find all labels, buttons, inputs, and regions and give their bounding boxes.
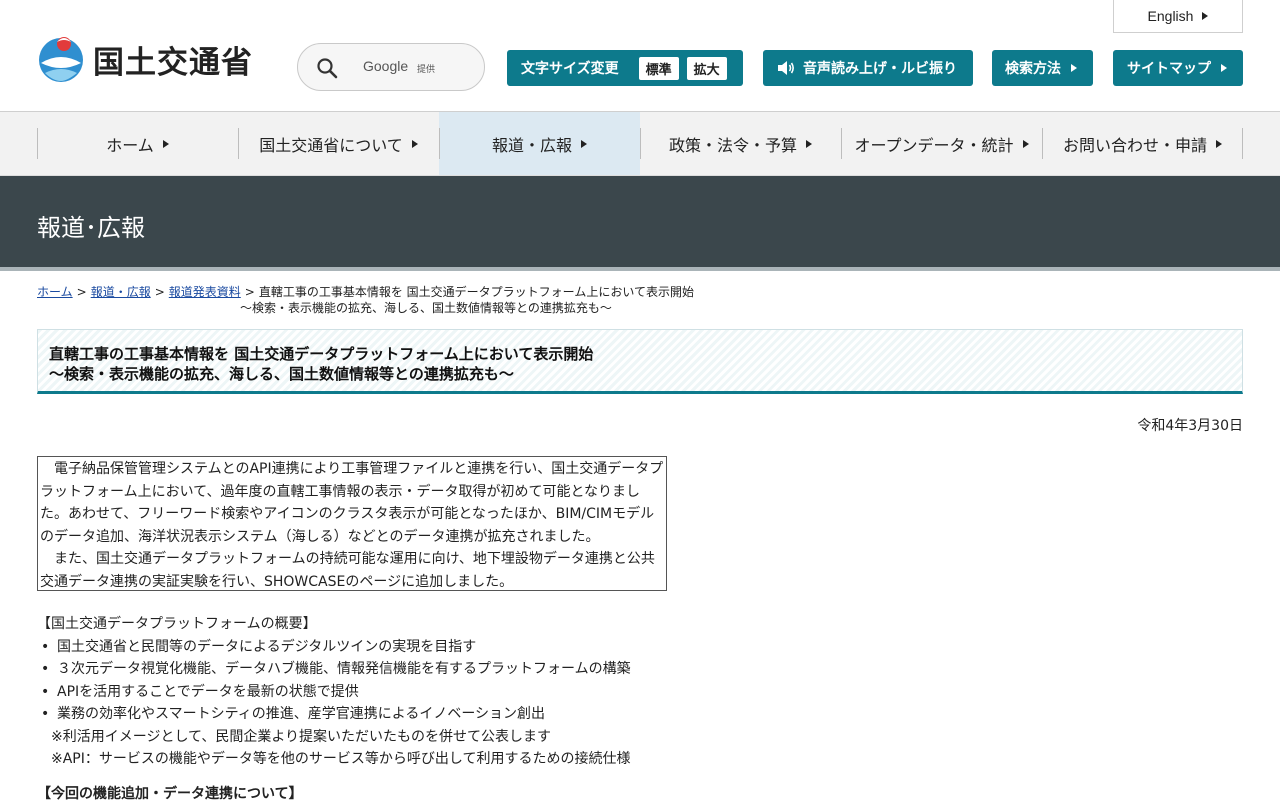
google-provided-label: 提供 xyxy=(417,62,435,75)
search-method-label: 検索方法 xyxy=(1005,58,1061,78)
arrow-right-icon xyxy=(1202,12,1208,20)
section-banner: 報道･広報 xyxy=(0,176,1280,271)
breadcrumb-separator: > xyxy=(155,285,165,299)
overview-note: ※利活用イメージとして、民間企業より提案いただいたものを併せて公表します xyxy=(37,726,937,749)
sitemap-button[interactable]: サイトマップ xyxy=(1113,50,1243,86)
breadcrumb-current-subtitle: ～検索・表示機能の拡充、海しる、国土数値情報等との連携拡充も～ xyxy=(37,300,737,316)
arrow-right-icon xyxy=(1221,64,1227,72)
lead-paragraph: 電子納品保管管理システムとのAPI連携により工事管理ファイルと連携を行い、国土交… xyxy=(40,458,664,548)
nav-item-contact[interactable]: お問い合わせ・申請 xyxy=(1042,112,1243,175)
nav-item-label: お問い合わせ・申請 xyxy=(1063,132,1207,156)
global-nav: ホーム 国土交通省について 報道・広報 政策・法令・予算 オープンデータ・統計 … xyxy=(0,112,1280,176)
nav-item-press[interactable]: 報道・広報 xyxy=(439,112,640,175)
arrow-right-icon xyxy=(806,140,812,148)
lead-paragraph: また、国土交通データプラットフォームの持続可能な運用に向け、地下埋設物データ連携… xyxy=(40,548,664,593)
breadcrumb-separator: > xyxy=(245,285,255,299)
publish-date: 令和4年3月30日 xyxy=(1137,415,1243,435)
nav-item-about[interactable]: 国土交通省について xyxy=(238,112,439,175)
article-title-box: 直轄工事の工事基本情報を 国土交通データプラットフォーム上において表示開始 ～検… xyxy=(37,329,1243,394)
nav-item-label: ホーム xyxy=(106,132,154,156)
article-title-line2: ～検索・表示機能の拡充、海しる、国土数値情報等との連携拡充も～ xyxy=(49,365,514,383)
site-header: 国土交通省 Google 提供 English 文字サイズ変更 標準 拡大 音声… xyxy=(0,0,1280,112)
font-size-standard-button[interactable]: 標準 xyxy=(639,57,679,80)
overview-list: 国土交通省と民間等のデータによるデジタルツインの実現を目指す ３次元データ視覚化… xyxy=(37,636,937,726)
nav-item-label: オープンデータ・統計 xyxy=(854,132,1013,156)
section-title: 報道･広報 xyxy=(37,208,145,243)
google-provider-label: Google xyxy=(363,58,408,74)
overview-section: 【国土交通データプラットフォームの概要】 国土交通省と民間等のデータによるデジタ… xyxy=(37,613,937,805)
breadcrumb-current: 直轄工事の工事基本情報を 国土交通データプラットフォーム上において表示開始 xyxy=(259,285,694,299)
nav-item-opendata[interactable]: オープンデータ・統計 xyxy=(841,112,1042,175)
section-heading: 【今回の機能追加・データ連携について】 xyxy=(37,783,937,805)
english-link[interactable]: English xyxy=(1113,0,1243,33)
list-item: ３次元データ視覚化機能、データハブ機能、情報発信機能を有するプラットフォームの構… xyxy=(57,658,937,681)
nav-item-label: 国土交通省について xyxy=(259,132,403,156)
breadcrumb-press[interactable]: 報道・広報 xyxy=(91,285,151,299)
font-size-control: 文字サイズ変更 標準 拡大 xyxy=(507,50,743,86)
arrow-right-icon xyxy=(581,140,587,148)
voice-reading-label: 音声読み上げ・ルビ振り xyxy=(803,58,957,78)
lead-summary-box: 電子納品保管管理システムとのAPI連携により工事管理ファイルと連携を行い、国土交… xyxy=(37,456,667,591)
sitemap-label: サイトマップ xyxy=(1127,58,1211,78)
font-size-label: 文字サイズ変更 xyxy=(521,58,619,78)
voice-reading-button[interactable]: 音声読み上げ・ルビ振り xyxy=(763,50,973,86)
overview-note: ※API：サービスの機能やデータ等を他のサービス等から呼び出して利用するための接… xyxy=(37,748,937,771)
article-title: 直轄工事の工事基本情報を 国土交通データプラットフォーム上において表示開始 ～検… xyxy=(49,344,593,384)
search-method-button[interactable]: 検索方法 xyxy=(992,50,1093,86)
speaker-icon xyxy=(777,60,795,76)
overview-heading: 【国土交通データプラットフォームの概要】 xyxy=(37,613,937,636)
breadcrumb: ホーム > 報道・広報 > 報道発表資料 > 直轄工事の工事基本情報を 国土交通データプラッ… xyxy=(37,284,737,316)
arrow-right-icon xyxy=(1071,64,1077,72)
breadcrumb-separator: > xyxy=(77,285,87,299)
mlit-logo-icon xyxy=(37,33,85,85)
nav-item-home[interactable]: ホーム xyxy=(37,112,238,175)
list-item: APIを活用することでデータを最新の状態で提供 xyxy=(57,681,937,704)
article-title-line1: 直轄工事の工事基本情報を 国土交通データプラットフォーム上において表示開始 xyxy=(49,345,593,363)
arrow-right-icon xyxy=(1216,140,1222,148)
logo-text: 国土交通省 xyxy=(93,37,253,82)
list-item: 国土交通省と民間等のデータによるデジタルツインの実現を目指す xyxy=(57,636,937,659)
list-item: 業務の効率化やスマートシティの推進、産学官連携によるイノベーション創出 xyxy=(57,703,937,726)
search-icon[interactable] xyxy=(316,57,338,79)
font-size-enlarge-button[interactable]: 拡大 xyxy=(687,57,727,80)
nav-item-policy[interactable]: 政策・法令・予算 xyxy=(640,112,841,175)
breadcrumb-releases[interactable]: 報道発表資料 xyxy=(169,285,241,299)
arrow-right-icon xyxy=(412,140,418,148)
site-search[interactable]: Google 提供 xyxy=(297,43,485,91)
nav-item-label: 報道・広報 xyxy=(492,132,572,156)
site-logo[interactable]: 国土交通省 xyxy=(37,33,253,85)
arrow-right-icon xyxy=(1023,140,1029,148)
breadcrumb-home[interactable]: ホーム xyxy=(37,285,73,299)
english-label: English xyxy=(1148,8,1194,24)
arrow-right-icon xyxy=(163,140,169,148)
nav-item-label: 政策・法令・予算 xyxy=(669,132,797,156)
